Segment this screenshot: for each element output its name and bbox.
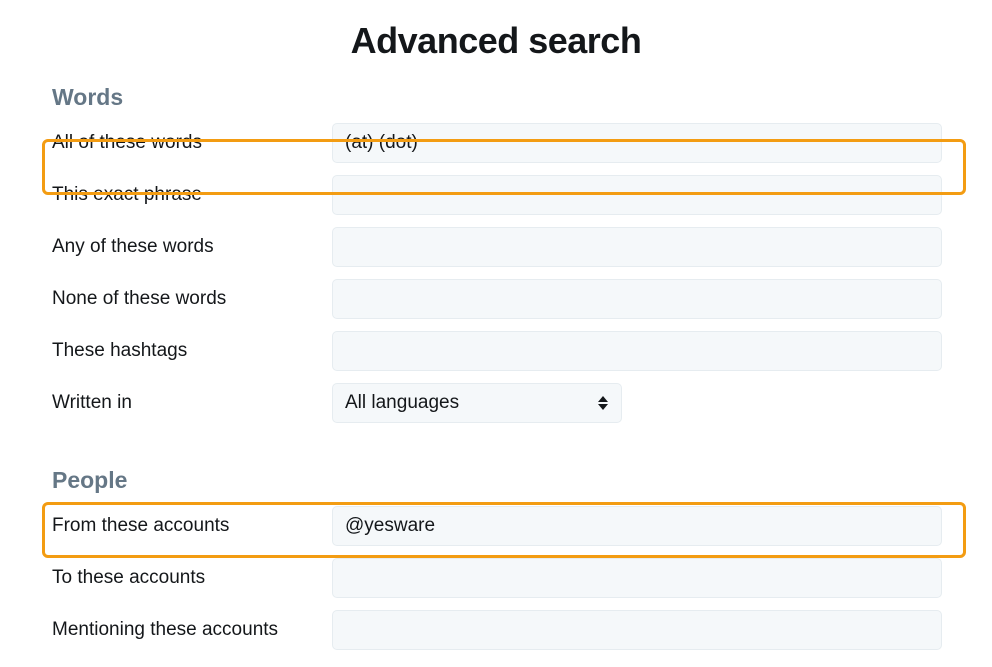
input-none-of-these-words[interactable]: [332, 279, 942, 319]
input-mentioning-accounts[interactable]: [332, 610, 942, 650]
label-written-in: Written in: [50, 392, 332, 414]
label-exact-phrase: This exact phrase: [50, 184, 332, 206]
section-heading-people: People: [50, 467, 942, 494]
input-exact-phrase[interactable]: [332, 175, 942, 215]
row-none-of-these-words: None of these words: [50, 273, 942, 325]
input-these-hashtags[interactable]: [332, 331, 942, 371]
input-to-accounts[interactable]: [332, 558, 942, 598]
page-title: Advanced search: [50, 20, 942, 62]
input-all-of-these-words[interactable]: [332, 123, 942, 163]
section-heading-words: Words: [50, 84, 942, 111]
label-none-of-these-words: None of these words: [50, 288, 332, 310]
row-from-accounts: From these accounts: [50, 500, 942, 552]
label-all-of-these-words: All of these words: [50, 132, 332, 154]
label-these-hashtags: These hashtags: [50, 340, 332, 362]
select-written-in[interactable]: All languages: [332, 383, 622, 423]
input-any-of-these-words[interactable]: [332, 227, 942, 267]
input-from-accounts[interactable]: [332, 506, 942, 546]
row-any-of-these-words: Any of these words: [50, 221, 942, 273]
label-any-of-these-words: Any of these words: [50, 236, 332, 258]
label-to-accounts: To these accounts: [50, 567, 332, 589]
select-written-in-value: All languages: [345, 392, 459, 414]
label-mentioning-accounts: Mentioning these accounts: [50, 619, 332, 641]
label-from-accounts: From these accounts: [50, 515, 332, 537]
row-mentioning-accounts: Mentioning these accounts: [50, 604, 942, 656]
row-these-hashtags: These hashtags: [50, 325, 942, 377]
row-to-accounts: To these accounts: [50, 552, 942, 604]
row-exact-phrase: This exact phrase: [50, 169, 942, 221]
row-written-in: Written in All languages: [50, 377, 942, 429]
row-all-of-these-words: All of these words: [50, 117, 942, 169]
advanced-search-form: Advanced search Words All of these words…: [0, 0, 992, 656]
